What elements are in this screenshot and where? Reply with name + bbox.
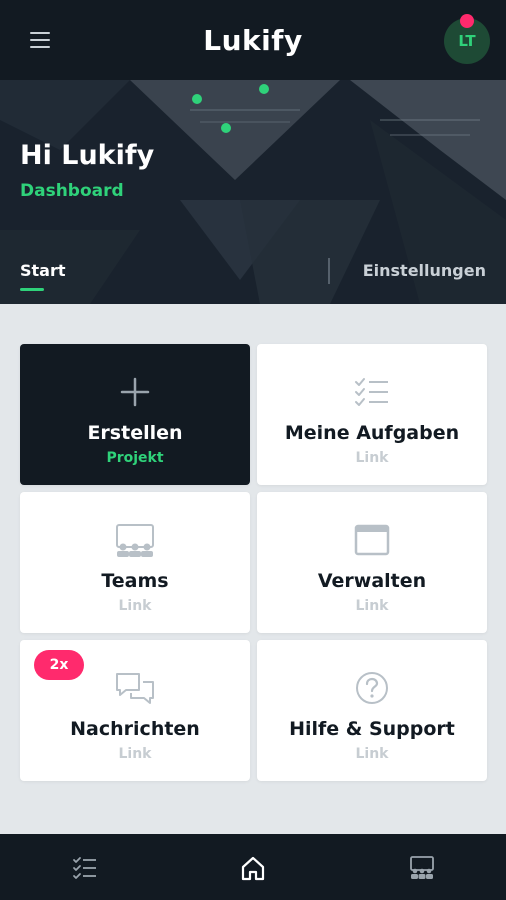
chat-icon — [114, 670, 156, 706]
nav-home-button[interactable] — [240, 855, 266, 881]
tile-messages[interactable]: 2x Nachrichten Link — [20, 640, 250, 781]
tile-title: Nachrichten — [70, 718, 200, 740]
top-app-bar: Lukify LT — [0, 0, 506, 80]
tile-title: Hilfe & Support — [289, 718, 455, 740]
nav-teams-button[interactable] — [409, 855, 435, 881]
greeting-heading: Hi Lukify — [20, 140, 155, 171]
plus-icon — [120, 374, 150, 410]
tile-subtitle: Link — [355, 450, 389, 466]
checklist-icon — [354, 374, 390, 410]
team-icon — [114, 522, 156, 558]
active-tab-indicator — [20, 288, 44, 291]
window-icon — [354, 522, 390, 558]
nav-tasks-button[interactable] — [72, 855, 98, 881]
tile-subtitle: Link — [118, 746, 152, 762]
tile-help-support[interactable]: Hilfe & Support Link — [257, 640, 487, 781]
tab-start[interactable]: Start — [20, 261, 66, 280]
tile-manage[interactable]: Verwalten Link — [257, 492, 487, 633]
tile-subtitle: Link — [355, 746, 389, 762]
dashboard-tiles: Erstellen Projekt Meine Aufgaben Link Te… — [20, 344, 487, 781]
hamburger-icon[interactable] — [28, 30, 52, 50]
tab-divider — [328, 258, 330, 284]
tab-settings[interactable]: Einstellungen — [363, 261, 486, 280]
tile-title: Verwalten — [317, 570, 427, 592]
tile-subtitle: Link — [118, 598, 152, 614]
avatar-initials: LT — [458, 32, 476, 50]
hero-banner: Hi Lukify Dashboard Start Einstellungen — [0, 80, 506, 304]
bottom-navigation — [0, 834, 506, 900]
home-icon — [241, 856, 265, 881]
tile-my-tasks[interactable]: Meine Aufgaben Link — [257, 344, 487, 485]
team-icon — [410, 856, 434, 879]
notification-dot — [460, 14, 474, 28]
checklist-icon — [73, 857, 96, 879]
tile-subtitle: Link — [355, 598, 389, 614]
help-icon — [355, 670, 389, 706]
tile-teams[interactable]: Teams Link — [20, 492, 250, 633]
tile-create-project[interactable]: Erstellen Projekt — [20, 344, 250, 485]
tile-subtitle: Projekt — [106, 450, 164, 466]
dashboard-subtitle: Dashboard — [20, 181, 124, 201]
tile-title: Meine Aufgaben — [284, 422, 460, 444]
unread-badge: 2x — [34, 650, 84, 680]
app-title: Lukify — [203, 23, 303, 57]
tile-title: Erstellen — [87, 422, 183, 444]
tile-title: Teams — [101, 570, 169, 592]
